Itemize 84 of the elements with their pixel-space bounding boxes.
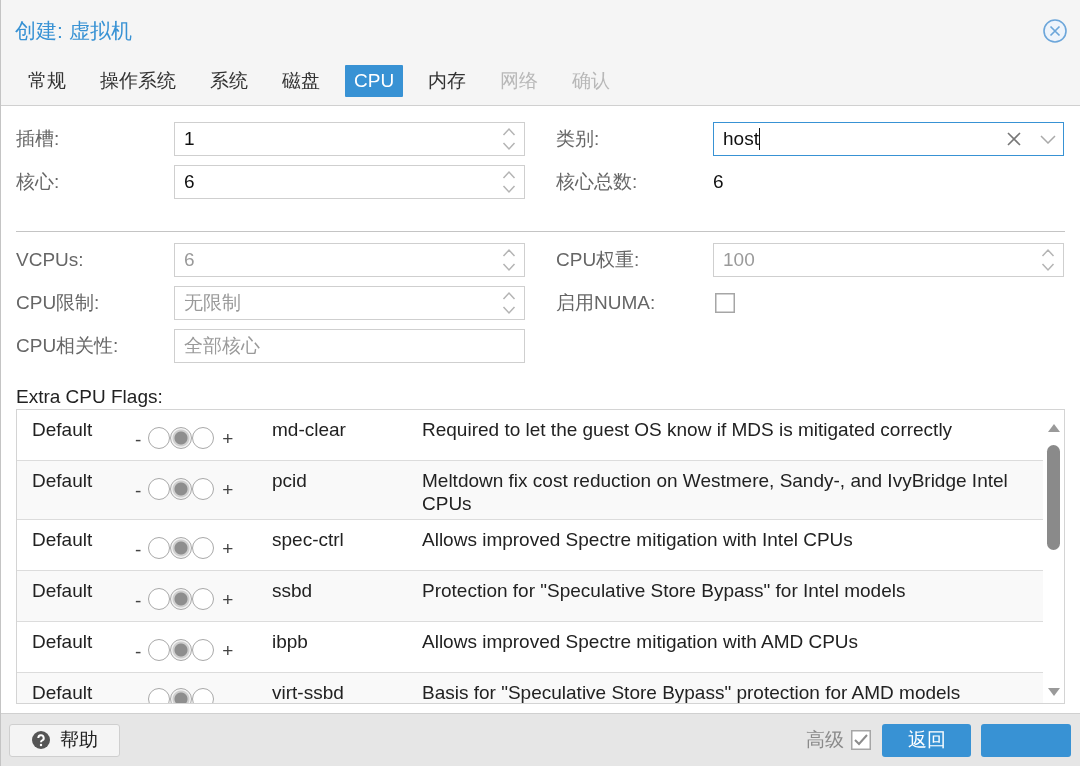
- flag-name: ssbd: [272, 580, 313, 601]
- field-label: 核心总数:: [556, 170, 639, 194]
- dialog-button[interactable]: [981, 723, 1071, 757]
- radio-button[interactable]: [192, 537, 215, 559]
- spinner-icon[interactable]: [502, 291, 516, 315]
- flag-state-text: Default: [32, 631, 93, 652]
- flag-description: Meltdown fix cost reduction on Westmere, Sandy-, and IvyBridge Intel CPUs: [422, 470, 1008, 514]
- flag-name: pcid: [272, 470, 307, 491]
- number-field[interactable]: 6: [174, 165, 525, 199]
- tab[interactable]: 常规: [19, 65, 75, 97]
- help-icon: [32, 731, 50, 749]
- plus-label: +: [222, 640, 234, 662]
- field-label: VCPUs:: [16, 249, 85, 271]
- flag-state-text: Default: [32, 580, 93, 601]
- field-label: 启用NUMA:: [556, 291, 657, 315]
- radio-button[interactable]: [192, 588, 215, 610]
- minus-label: -: [135, 590, 142, 612]
- plus-label: +: [222, 538, 234, 560]
- radio-button[interactable]: [170, 427, 193, 449]
- minus-label: -: [135, 539, 142, 561]
- radio-button[interactable]: [148, 427, 171, 449]
- tab[interactable]: 系统: [201, 65, 257, 97]
- radio-button[interactable]: [192, 478, 215, 500]
- radio-button[interactable]: [148, 537, 171, 559]
- checkbox-label: 高级: [806, 728, 844, 752]
- flag-name: spec-ctrl: [272, 529, 344, 550]
- flag-state-text: Default: [32, 682, 93, 703]
- combo-field[interactable]: host: [713, 122, 1064, 156]
- radio-button[interactable]: [148, 639, 171, 661]
- plus-label: +: [222, 428, 234, 450]
- number-field[interactable]: 1: [174, 122, 525, 156]
- flag-state-text: Default: [32, 419, 93, 440]
- spinner-icon[interactable]: [502, 170, 516, 194]
- flag-name: ibpb: [272, 631, 308, 652]
- number-field[interactable]: 无限制: [174, 286, 525, 320]
- flag-description: Allows improved Spectre mitigation with Intel CPUs: [422, 529, 853, 550]
- section-label: Extra CPU Flags:: [16, 385, 164, 409]
- field-label: CPU相关性:: [16, 334, 120, 358]
- flag-state-text: Default: [32, 529, 93, 550]
- flag-state-text: Default: [32, 470, 93, 491]
- radio-button[interactable]: [148, 588, 171, 610]
- checkbox[interactable]: [851, 730, 871, 750]
- checkbox[interactable]: [715, 293, 735, 313]
- tab[interactable]: 操作系统: [91, 65, 185, 97]
- flag-name: virt-ssbd: [272, 682, 344, 703]
- field-label: CPU权重:: [556, 248, 641, 272]
- radio-button[interactable]: [192, 639, 215, 661]
- number-field[interactable]: 6: [174, 243, 525, 277]
- spinner-icon[interactable]: [1041, 248, 1055, 272]
- minus-label: -: [135, 429, 142, 451]
- radio-button[interactable]: [170, 537, 193, 559]
- clear-icon[interactable]: [1007, 132, 1021, 146]
- spinner-icon[interactable]: [502, 248, 516, 272]
- radio-button[interactable]: [170, 478, 193, 500]
- flag-description: Required to let the guest OS know if MDS is mitigated correctly: [422, 419, 953, 440]
- scroll-up-icon[interactable]: [1047, 424, 1060, 432]
- field-label: CPU限制:: [16, 291, 101, 315]
- help-button[interactable]: 帮助: [9, 723, 120, 757]
- radio-button[interactable]: [170, 639, 193, 661]
- plus-label: +: [222, 479, 234, 501]
- flag-description: Allows improved Spectre mitigation with AMD CPUs: [422, 631, 859, 652]
- tab[interactable]: 磁盘: [273, 65, 329, 97]
- close-icon[interactable]: [1043, 19, 1067, 43]
- flag-description: Protection for "Speculative Store Bypass" for Intel models: [422, 580, 906, 601]
- minus-label: -: [135, 480, 142, 502]
- radio-button[interactable]: [148, 478, 171, 500]
- value-text: 6: [713, 171, 724, 193]
- flag-name: md-clear: [272, 419, 346, 440]
- number-field[interactable]: 100: [713, 243, 1064, 277]
- field-label: 类别:: [556, 127, 601, 151]
- tab[interactable]: 内存: [419, 65, 476, 97]
- text-field[interactable]: 全部核心: [174, 329, 525, 363]
- field-label: 核心:: [16, 170, 61, 194]
- flag-description: Basis for "Speculative Store Bypass" protection for AMD models: [422, 682, 961, 703]
- chevron-down-icon[interactable]: [1040, 135, 1056, 144]
- scroll-down-icon[interactable]: [1047, 688, 1060, 696]
- scrollbar-thumb[interactable]: [1047, 445, 1060, 550]
- plus-label: +: [222, 589, 234, 611]
- radio-button[interactable]: [170, 588, 193, 610]
- spinner-icon[interactable]: [502, 127, 516, 151]
- minus-label: -: [135, 641, 142, 663]
- radio-button[interactable]: [192, 427, 215, 449]
- window-title: 创建: 虚拟机: [15, 18, 132, 44]
- field-label: 插槽:: [16, 127, 61, 151]
